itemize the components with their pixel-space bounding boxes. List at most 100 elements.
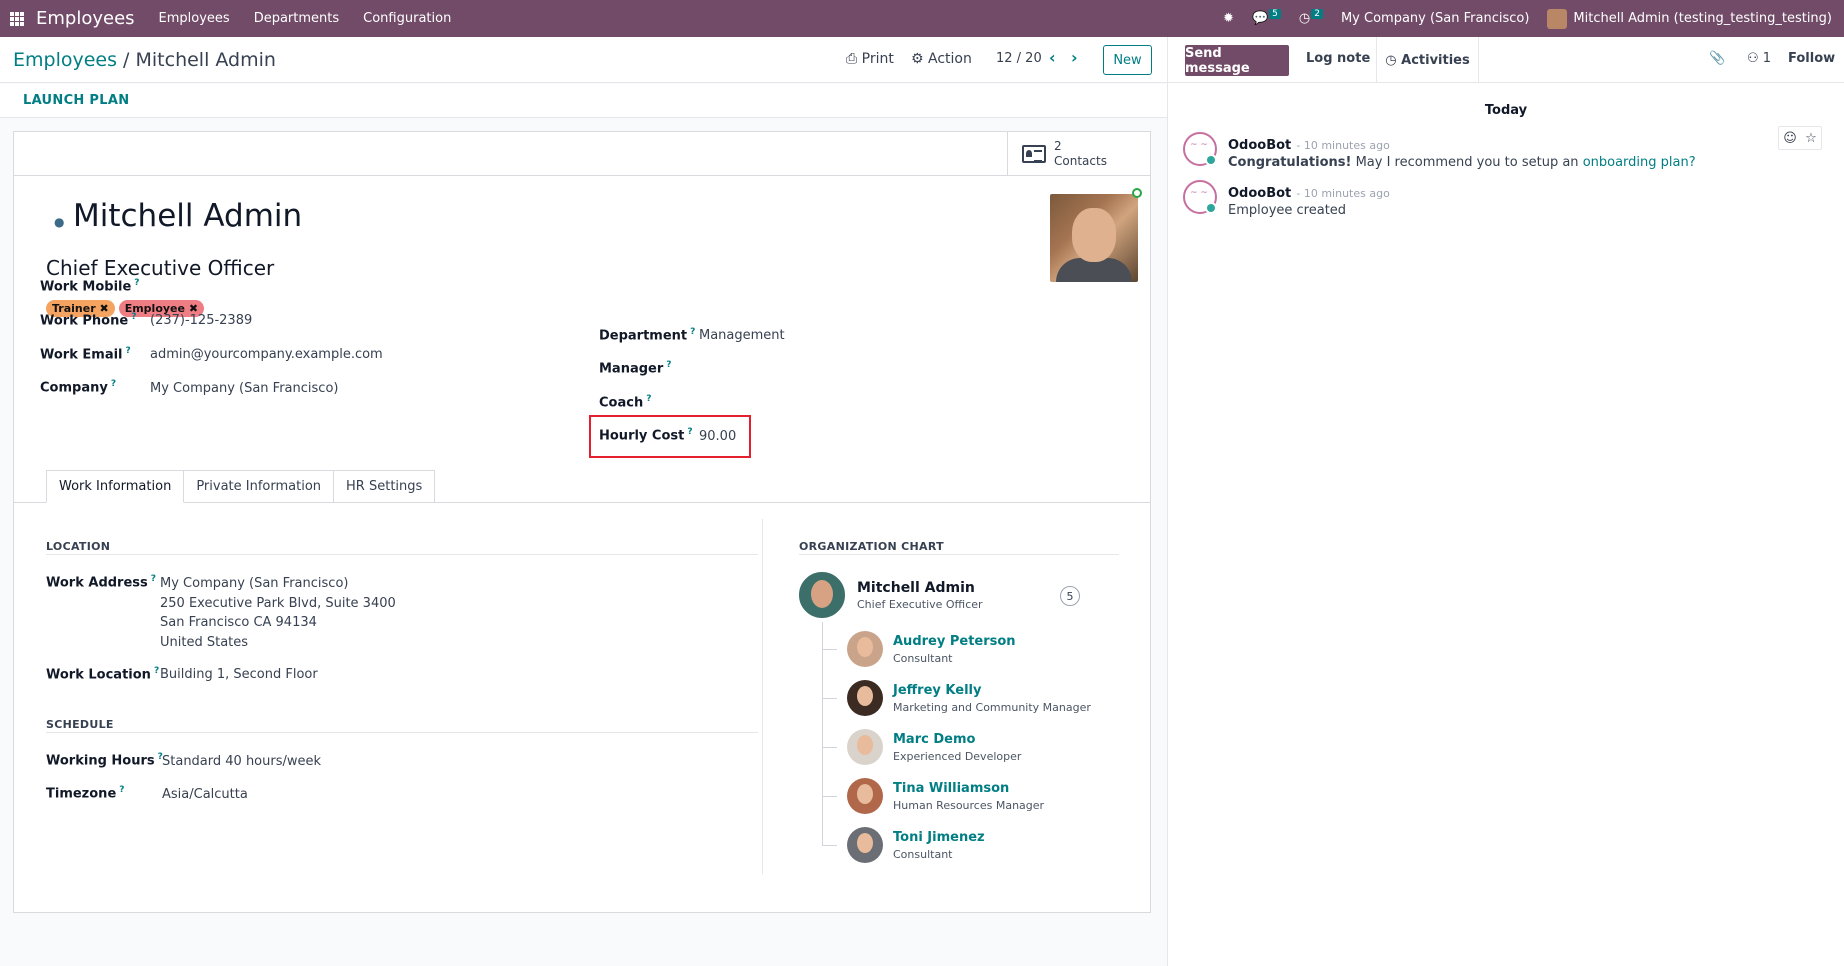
tab-private-information[interactable]: Private Information — [184, 470, 335, 503]
org-chart-root[interactable]: Mitchell Admin Chief Executive Officer — [799, 572, 983, 618]
log-note-button[interactable]: Log note — [1306, 51, 1370, 66]
date-separator: Today — [1484, 103, 1528, 118]
work-email-label: Work Email? — [40, 346, 131, 363]
address-line: United States — [160, 634, 249, 650]
contacts-count: 2 — [1054, 139, 1062, 153]
working-hours-field[interactable]: Standard 40 hours/week — [162, 754, 321, 769]
org-subordinate[interactable]: Toni Jimenez Consultant — [823, 827, 985, 863]
launch-plan-button[interactable]: LAUNCH PLAN — [23, 93, 129, 108]
action-label: Action — [928, 51, 972, 67]
message-time: - 10 minutes ago — [1296, 139, 1390, 152]
action-button[interactable]: ⚙ Action — [911, 51, 972, 67]
timezone-field[interactable]: Asia/Calcutta — [162, 787, 248, 802]
schedule-section-title: SCHEDULE — [46, 718, 114, 731]
chatter-message: OdooBot - 10 minutes ago Employee create… — [1183, 180, 1390, 218]
chevron-right-icon[interactable]: › — [1071, 48, 1078, 67]
top-navbar: Employees Employees Departments Configur… — [0, 0, 1844, 37]
messaging-button[interactable]: 💬 5 — [1252, 8, 1281, 26]
org-subordinate[interactable]: Audrey Peterson Consultant — [823, 631, 1016, 667]
tab-work-information[interactable]: Work Information — [46, 470, 185, 503]
subordinate-name[interactable]: Audrey Peterson — [893, 634, 1016, 649]
subordinate-title: Consultant — [893, 651, 953, 665]
employee-photo[interactable] — [1050, 194, 1138, 282]
menu-departments[interactable]: Departments — [254, 11, 339, 26]
work-location-field[interactable]: Building 1, Second Floor — [160, 667, 318, 682]
send-message-button[interactable]: Send message — [1185, 45, 1289, 76]
bug-icon[interactable]: ✹ — [1223, 11, 1234, 26]
message-author[interactable]: OdooBot — [1228, 186, 1291, 201]
org-chart-title: ORGANIZATION CHART — [799, 540, 944, 553]
subordinate-name[interactable]: Jeffrey Kelly — [893, 683, 1091, 698]
column-separator — [762, 519, 763, 874]
activities-button[interactable]: ◷ Activities — [1376, 37, 1479, 83]
user-name: Mitchell Admin (testing_testing_testing) — [1573, 11, 1832, 26]
job-title[interactable]: Chief Executive Officer — [46, 256, 274, 280]
timezone-label: Timezone? — [46, 785, 125, 802]
apps-menu-icon[interactable] — [10, 11, 24, 26]
message-bold-text: Congratulations! — [1228, 155, 1352, 170]
company-field[interactable]: My Company (San Francisco) — [150, 381, 338, 396]
pager-value[interactable]: 12 / 20 — [996, 51, 1042, 66]
subordinate-title: Experienced Developer — [893, 749, 1022, 763]
contacts-label: Contacts — [1054, 154, 1107, 168]
notebook-tabs: Work Information Private Information HR … — [46, 470, 436, 503]
chat-bubble-icon[interactable]: ● — [54, 215, 64, 229]
menu-employees[interactable]: Employees — [159, 11, 230, 26]
subordinate-title: Consultant — [893, 847, 953, 861]
avatar — [847, 631, 883, 667]
user-avatar — [1547, 8, 1568, 29]
activities-count-badge: 2 — [1311, 8, 1323, 19]
activities-label: Activities — [1401, 52, 1470, 68]
app-brand[interactable]: Employees — [36, 8, 135, 29]
breadcrumb-employees[interactable]: Employees — [13, 49, 117, 71]
print-button[interactable]: ⎙ Print — [846, 51, 894, 67]
user-icon: ⚇ — [1747, 51, 1759, 66]
location-section-title: LOCATION — [46, 540, 111, 553]
work-phone-label: Work Phone? — [40, 312, 137, 329]
new-button[interactable]: New — [1103, 45, 1152, 75]
message-text: Employee created — [1228, 203, 1347, 218]
avatar — [847, 778, 883, 814]
message-author[interactable]: OdooBot — [1228, 138, 1291, 153]
tab-hr-settings[interactable]: HR Settings — [334, 470, 436, 503]
employee-name[interactable]: Mitchell Admin — [73, 198, 302, 234]
subordinate-name[interactable]: Toni Jimenez — [893, 830, 985, 845]
star-icon[interactable]: ☆ — [1805, 131, 1817, 146]
work-mobile-label: Work Mobile? — [40, 278, 140, 295]
activities-button[interactable]: ◷ 2 — [1299, 8, 1323, 26]
org-subordinate[interactable]: Jeffrey Kelly Marketing and Community Man… — [823, 680, 1091, 716]
followers-button[interactable]: ⚇ 1 — [1747, 51, 1771, 66]
status-bar: LAUNCH PLAN — [0, 84, 1167, 118]
hourly-cost-field[interactable]: 90.00 — [699, 429, 736, 444]
breadcrumb: Employees / Mitchell Admin — [13, 49, 276, 71]
org-subordinate[interactable]: Marc Demo Experienced Developer — [823, 729, 1021, 765]
coach-label: Coach? — [599, 394, 652, 411]
company-switcher[interactable]: My Company (San Francisco) — [1341, 11, 1529, 26]
contacts-smart-button[interactable]: 2 Contacts — [1007, 132, 1150, 176]
org-subordinate[interactable]: Tina Williamson Human Resources Manager — [823, 778, 1044, 814]
message-body: May I recommend you to setup an — [1351, 155, 1583, 170]
company-label: Company? — [40, 379, 117, 396]
department-field[interactable]: Management — [699, 328, 785, 343]
paperclip-icon[interactable]: 📎 — [1709, 51, 1725, 66]
work-address-field[interactable]: My Company (San Francisco) 250 Executive… — [160, 574, 396, 652]
menu-configuration[interactable]: Configuration — [363, 11, 451, 26]
subordinate-name[interactable]: Tina Williamson — [893, 781, 1044, 796]
user-menu[interactable]: Mitchell Admin (testing_testing_testing) — [1547, 8, 1832, 29]
message-text: Congratulations! May I recommend you to … — [1228, 155, 1696, 170]
work-phone-field[interactable]: (237)-125-2389 — [150, 313, 252, 328]
add-reaction-icon[interactable]: ☺ — [1783, 131, 1797, 146]
work-email-field[interactable]: admin@yourcompany.example.com — [150, 347, 383, 362]
org-chart-divider — [799, 554, 1119, 555]
chatter-panel: Send message Log note ◷ Activities 📎 ⚇ 1… — [1167, 37, 1844, 966]
manager-label: Manager? — [599, 360, 672, 377]
subordinate-name[interactable]: Marc Demo — [893, 732, 1021, 747]
chevron-left-icon[interactable]: ‹ — [1049, 48, 1056, 67]
onboarding-plan-link[interactable]: onboarding plan? — [1583, 155, 1696, 170]
odoobot-avatar — [1183, 180, 1217, 214]
follow-button[interactable]: Follow — [1788, 51, 1835, 66]
subordinates-count-badge[interactable]: 5 — [1060, 586, 1080, 606]
breadcrumb-current: Mitchell Admin — [135, 49, 276, 71]
button-box: 2 Contacts — [14, 132, 1150, 176]
chatter-topbar: Send message Log note ◷ Activities 📎 ⚇ 1… — [1168, 37, 1844, 83]
